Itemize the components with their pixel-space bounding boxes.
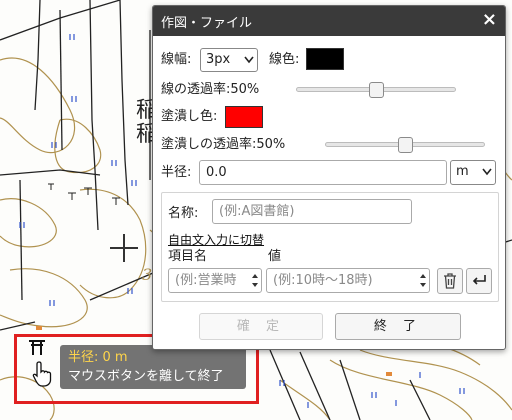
drawing-tooltip: 半径: 0 m マウスボタンを離して終了	[60, 345, 246, 389]
line-width-select[interactable]: 3px	[200, 48, 258, 72]
fill-opacity-label: 塗潰しの透過率:50%	[161, 137, 286, 152]
fill-opacity-slider[interactable]	[325, 137, 485, 153]
finish-button[interactable]: 終 了	[335, 313, 461, 340]
chevron-down-icon	[482, 168, 492, 176]
tooltip-radius-text: 半径: 0 m	[68, 350, 128, 365]
crosshair-icon	[110, 234, 138, 262]
slider-thumb[interactable]	[398, 137, 413, 153]
map-marker	[386, 372, 392, 376]
dialog-titlebar[interactable]: 作図・ファイル ×	[153, 6, 505, 36]
value-header: 値	[268, 249, 282, 264]
draw-file-dialog: 作図・ファイル × 線幅: 3px 線色: 線の透過率:50% 塗潰し色: 塗潰…	[152, 5, 506, 350]
line-width-value: 3px	[206, 52, 231, 67]
map-small-symbols	[48, 183, 120, 205]
close-icon[interactable]: ×	[482, 9, 497, 31]
line-opacity-slider[interactable]	[296, 82, 456, 98]
spinner-icon[interactable]	[419, 272, 427, 289]
name-input[interactable]: (例:A図書館)	[212, 199, 412, 224]
radius-unit-value: m	[456, 164, 469, 179]
torii-shrine-icon	[28, 338, 46, 360]
name-label: 名称:	[168, 206, 199, 221]
line-width-label: 線幅:	[161, 52, 192, 67]
return-icon	[472, 275, 486, 285]
contour-number: 3	[142, 265, 153, 284]
item-name-header: 項目名	[168, 249, 208, 264]
delete-row-button[interactable]	[437, 268, 463, 294]
line-color-swatch[interactable]	[306, 48, 344, 70]
dialog-title: 作図・ファイル	[161, 16, 253, 31]
tooltip-hint-text: マウスボタンを離して終了	[68, 369, 224, 384]
attribute-panel: 名称: (例:A図書館) 自由文入力に切替 項目名 値 (例:営業時 (例:10…	[161, 192, 499, 302]
chevron-down-icon	[244, 56, 254, 64]
map-marker	[36, 326, 42, 330]
trash-icon	[444, 273, 456, 289]
value-placeholder: (例:10時〜18時)	[273, 273, 373, 288]
free-text-toggle-link[interactable]: 自由文入力に切替	[168, 231, 264, 248]
fill-color-label: 塗潰し色:	[161, 109, 218, 124]
hand-pointer-icon	[32, 360, 54, 388]
value-input[interactable]: (例:10時〜18時)	[266, 268, 430, 293]
line-color-label: 線色:	[269, 52, 300, 67]
radius-label: 半径:	[161, 165, 192, 180]
fill-color-swatch[interactable]	[225, 106, 263, 128]
radius-input[interactable]: 0.0	[199, 160, 447, 185]
line-opacity-label: 線の透過率:50%	[161, 82, 260, 97]
radius-unit-select[interactable]: m	[450, 160, 496, 185]
item-name-placeholder: (例:営業時	[175, 273, 237, 288]
add-row-button[interactable]	[466, 268, 492, 294]
spinner-icon[interactable]	[251, 272, 259, 289]
item-name-input[interactable]: (例:営業時	[168, 268, 262, 293]
confirm-button[interactable]: 確 定	[199, 313, 323, 340]
slider-thumb[interactable]	[369, 82, 384, 98]
